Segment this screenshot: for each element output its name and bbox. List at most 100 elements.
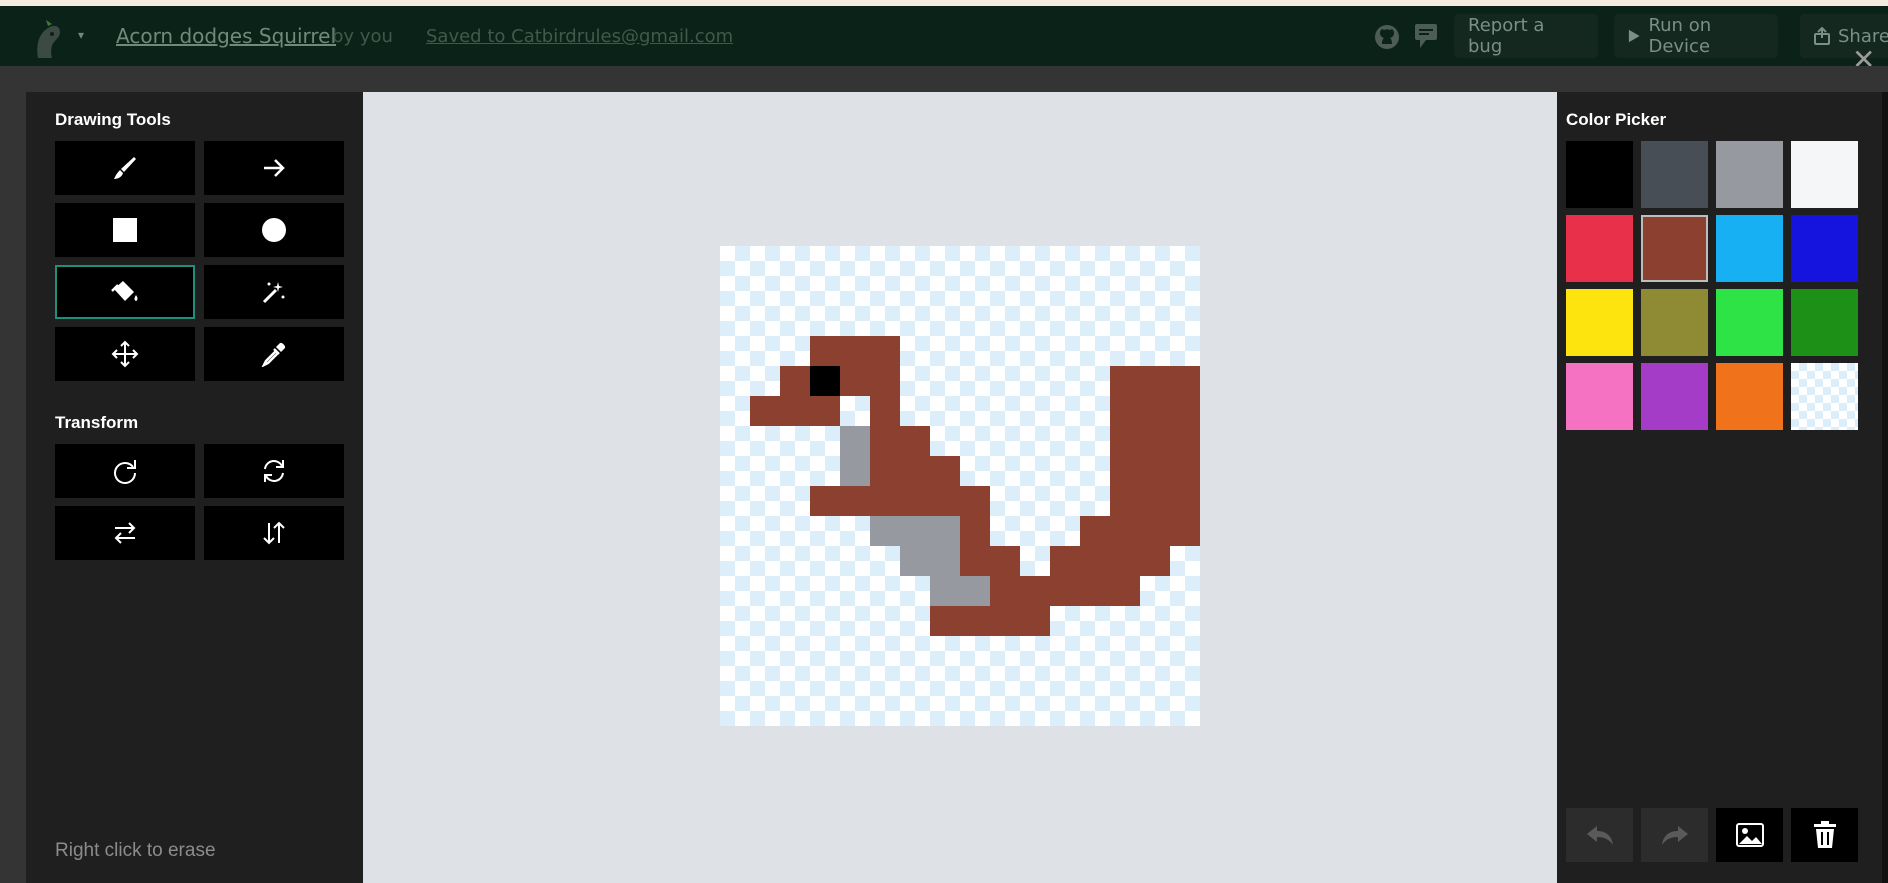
pixel-brown: [780, 366, 810, 396]
report-bug-button[interactable]: Report a bug: [1454, 14, 1598, 58]
menu-chevron-down-icon[interactable]: ▾: [78, 28, 84, 42]
pixel-gray: [840, 426, 870, 456]
rotate-ccw-button[interactable]: [204, 444, 344, 498]
square-icon: [113, 218, 137, 242]
editor-topbar: ▾ Acorn dodges Squirrel by you Saved to …: [0, 6, 1888, 66]
flip-horizontal-button[interactable]: [55, 506, 195, 560]
pixel-brown: [780, 396, 810, 426]
sprig-logo-icon[interactable]: [30, 18, 70, 62]
flip-vertical-button[interactable]: [204, 506, 344, 560]
pixel-gray: [930, 516, 960, 546]
pixel-brown: [1020, 606, 1050, 636]
magic-wand-tool-button[interactable]: [204, 265, 344, 319]
pixel-brown: [1170, 516, 1200, 546]
saved-status[interactable]: Saved to Catbirdrules@gmail.com: [426, 26, 733, 47]
drawing-tools-title: Drawing Tools: [55, 110, 171, 129]
pixel-gray: [900, 546, 930, 576]
magic-wand-icon: [262, 282, 285, 304]
pixel-brown: [1080, 576, 1110, 606]
swatch-orange[interactable]: [1716, 363, 1783, 430]
report-bug-label: Report a bug: [1468, 15, 1545, 57]
swatch-green[interactable]: [1716, 289, 1783, 356]
pixel-brown: [870, 396, 900, 426]
pixel-brown: [1140, 546, 1170, 576]
pixel-brown: [840, 366, 870, 396]
undo-icon: [1586, 826, 1613, 845]
swatch-white[interactable]: [1791, 141, 1858, 208]
pixel-brown: [810, 396, 840, 426]
pixel-brown: [1110, 426, 1140, 456]
rotate-both-icon: [264, 460, 284, 482]
swatch-yellow[interactable]: [1566, 289, 1633, 356]
swatch-red[interactable]: [1566, 215, 1633, 282]
swatch-brown[interactable]: [1641, 215, 1708, 282]
redo-icon: [1661, 826, 1688, 845]
pixel-brown: [870, 366, 900, 396]
pixel-brown: [1110, 366, 1140, 396]
pixel-gray: [960, 576, 990, 606]
pixel-brown: [870, 426, 900, 456]
move-tool-button[interactable]: [55, 327, 195, 381]
pixel-brown: [1110, 516, 1140, 546]
share-icon: [1814, 27, 1830, 45]
swatch-pink[interactable]: [1566, 363, 1633, 430]
pixel-brown: [1080, 546, 1110, 576]
pixel-gray: [900, 516, 930, 546]
modal-backdrop: [0, 66, 1888, 92]
circle-icon: [262, 218, 286, 242]
swatch-olive[interactable]: [1641, 289, 1708, 356]
rotate-button[interactable]: [55, 444, 195, 498]
pixel-brown: [1110, 576, 1140, 606]
pixel-brown: [1110, 456, 1140, 486]
pixel-brown: [1020, 576, 1050, 606]
swatch-black[interactable]: [1566, 141, 1633, 208]
color-panel: Color Picker: [1558, 92, 1888, 883]
pixel-brown: [870, 486, 900, 516]
swatch-dark-green[interactable]: [1791, 289, 1858, 356]
pixel-brown: [870, 336, 900, 366]
github-icon[interactable]: [1374, 24, 1400, 50]
circle-tool-button[interactable]: [204, 203, 344, 257]
pixel-gray: [870, 516, 900, 546]
pixel-canvas[interactable]: [720, 246, 1200, 726]
pixel-brown: [1170, 426, 1200, 456]
swatch-transparent[interactable]: [1791, 363, 1858, 430]
eyedropper-icon: [261, 342, 286, 367]
pixel-brown: [1170, 366, 1200, 396]
pixel-editor-modal: Drawing Tools Transform Right click to e…: [26, 92, 1888, 883]
undo-button[interactable]: [1566, 808, 1633, 862]
run-on-device-button[interactable]: Run on Device: [1614, 14, 1778, 58]
swatch-gray[interactable]: [1716, 141, 1783, 208]
pixel-brown: [960, 486, 990, 516]
paint-bucket-icon: [111, 281, 138, 301]
fill-tool-button[interactable]: [55, 265, 195, 319]
play-icon: [1628, 29, 1640, 43]
scrollbar[interactable]: [1882, 92, 1888, 883]
flip-horizontal-icon: [114, 522, 136, 544]
pixel-brown: [960, 606, 990, 636]
pencil-tool-button[interactable]: [55, 141, 195, 195]
swatch-sky-blue[interactable]: [1716, 215, 1783, 282]
eyedropper-tool-button[interactable]: [204, 327, 344, 381]
redo-button[interactable]: [1641, 808, 1708, 862]
run-on-device-label: Run on Device: [1648, 15, 1712, 57]
pixel-brown: [990, 576, 1020, 606]
chat-icon[interactable]: [1414, 22, 1438, 50]
swatch-blue[interactable]: [1791, 215, 1858, 282]
rectangle-tool-button[interactable]: [55, 203, 195, 257]
pixel-brown: [1050, 546, 1080, 576]
pixel-brown: [1050, 576, 1080, 606]
pixel-brown: [870, 456, 900, 486]
image-icon: [1735, 823, 1764, 847]
arrow-right-icon: [264, 159, 285, 177]
pixel-black: [810, 366, 840, 396]
clear-canvas-button[interactable]: [1791, 808, 1858, 862]
tools-panel: Drawing Tools Transform Right click to e…: [26, 92, 362, 883]
project-title[interactable]: Acorn dodges Squirrel: [116, 24, 336, 48]
swatch-purple[interactable]: [1641, 363, 1708, 430]
export-image-button[interactable]: [1716, 808, 1783, 862]
pixel-brown: [1170, 456, 1200, 486]
line-tool-button[interactable]: [204, 141, 344, 195]
swatch-dark-gray[interactable]: [1641, 141, 1708, 208]
pixel-brown: [840, 486, 870, 516]
